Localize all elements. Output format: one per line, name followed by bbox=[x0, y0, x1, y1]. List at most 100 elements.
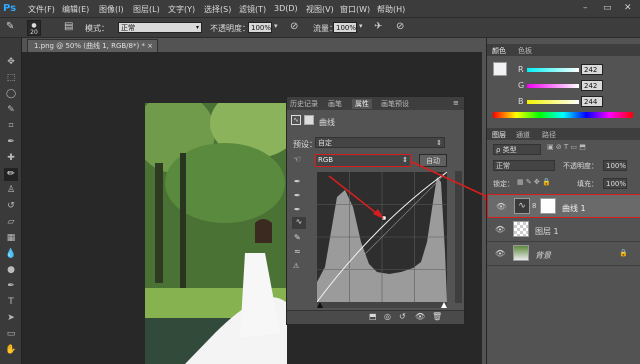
eraser-tool-icon[interactable]: ▱ bbox=[4, 216, 18, 229]
visibility-eye-icon[interactable]: 👁 bbox=[495, 225, 505, 234]
close-button[interactable]: ✕ bbox=[624, 3, 632, 13]
visibility-eye-icon[interactable]: 👁 bbox=[415, 312, 425, 321]
tab-paths[interactable]: 路径 bbox=[542, 130, 556, 140]
mode-select[interactable]: 正常 ▾ bbox=[118, 22, 202, 33]
menu-3d[interactable]: 3D(D) bbox=[274, 4, 298, 13]
chevron-down-icon[interactable]: ▾ bbox=[359, 22, 363, 30]
gradient-tool-icon[interactable]: ▦ bbox=[4, 232, 18, 245]
canvas-photo[interactable] bbox=[145, 103, 287, 364]
lasso-tool-icon[interactable]: ◯ bbox=[4, 88, 18, 101]
visibility-eye-icon[interactable]: 👁 bbox=[495, 249, 505, 258]
chevron-down-icon[interactable]: ▾ bbox=[274, 22, 278, 30]
restore-button[interactable]: ▭ bbox=[603, 3, 612, 13]
tab-brush-presets[interactable]: 画笔预设 bbox=[381, 99, 409, 109]
clipping-warning-icon[interactable]: ⚠ bbox=[293, 262, 299, 270]
healing-brush-tool-icon[interactable]: ✚ bbox=[4, 152, 18, 165]
shape-tool-icon[interactable]: ▭ bbox=[4, 328, 18, 341]
white-point-eyedropper-icon[interactable]: ✒ bbox=[294, 205, 301, 214]
layer-filter-label: ρ 类型 bbox=[496, 146, 517, 154]
gray-point-eyedropper-icon[interactable]: ✒ bbox=[294, 191, 301, 200]
minimize-button[interactable]: – bbox=[583, 3, 588, 13]
trash-icon[interactable]: 🗑 bbox=[432, 312, 442, 321]
color-spectrum-bar[interactable] bbox=[493, 112, 633, 118]
brush-panel-icon[interactable]: ▤ bbox=[64, 21, 73, 32]
layer-row-curves[interactable]: 👁 ∿ 8 曲线 1 bbox=[487, 194, 640, 218]
menu-file[interactable]: 文件(F) bbox=[28, 4, 55, 15]
r-slider[interactable] bbox=[527, 68, 579, 72]
opacity-field[interactable]: 100% bbox=[248, 22, 272, 33]
clip-to-layer-icon[interactable]: ⬒ bbox=[369, 312, 377, 321]
smooth-curve-icon[interactable]: ≈ bbox=[294, 247, 301, 256]
hand-tool-icon[interactable]: ✋ bbox=[4, 344, 18, 357]
path-select-tool-icon[interactable]: ➤ bbox=[4, 312, 18, 325]
chain-link-icon[interactable]: 8 bbox=[532, 202, 536, 210]
flow-field[interactable]: 100% bbox=[333, 22, 357, 33]
tab-color[interactable]: 颜色 bbox=[492, 46, 506, 56]
tab-channels[interactable]: 通道 bbox=[516, 130, 530, 140]
marquee-tool-icon[interactable]: ⬚ bbox=[4, 72, 18, 85]
clone-stamp-tool-icon[interactable]: ♙ bbox=[4, 184, 18, 197]
history-brush-tool-icon[interactable]: ↺ bbox=[4, 200, 18, 213]
eyedropper-tool-icon[interactable]: ✒ bbox=[4, 136, 18, 149]
airbrush-icon[interactable]: ✈ bbox=[374, 21, 382, 32]
menu-help[interactable]: 帮助(H) bbox=[377, 4, 405, 15]
visibility-eye-icon[interactable]: 👁 bbox=[496, 202, 506, 211]
tab-properties[interactable]: 属性 bbox=[352, 99, 372, 109]
layer-row-background[interactable]: 👁 背景 🔒 bbox=[487, 242, 640, 266]
layer-filter-select[interactable]: ρ 类型 bbox=[493, 144, 541, 155]
menu-select[interactable]: 选择(S) bbox=[204, 4, 231, 15]
curve-point-tool-icon[interactable]: ∿ bbox=[292, 217, 306, 229]
tab-swatches[interactable]: 色板 bbox=[518, 46, 532, 56]
view-previous-icon[interactable]: ◎ bbox=[384, 312, 391, 321]
blend-mode-select[interactable]: 正常 bbox=[493, 160, 555, 171]
tools-panel: ✥ ⬚ ◯ ✎ ⌗ ✒ ✚ ✏ ♙ ↺ ▱ ▦ 💧 ● ✒ T ➤ ▭ ✋ bbox=[0, 38, 22, 364]
layer-opacity-field[interactable]: 100% bbox=[603, 160, 627, 171]
b-field[interactable]: 244 bbox=[581, 96, 603, 107]
reset-icon[interactable]: ↺ bbox=[399, 312, 406, 321]
output-gradient-slider[interactable] bbox=[317, 302, 447, 308]
b-slider[interactable] bbox=[527, 100, 579, 104]
tab-layers[interactable]: 图层 bbox=[492, 130, 506, 140]
g-field[interactable]: 242 bbox=[581, 80, 603, 91]
foreground-swatch[interactable] bbox=[493, 62, 507, 76]
menu-window[interactable]: 窗口(W) bbox=[340, 4, 370, 15]
document-tab[interactable]: 1.png @ 50% (曲线 1, RGB/8*) * × bbox=[27, 39, 158, 52]
channel-select[interactable]: RGB ⇕ bbox=[315, 154, 411, 167]
layer-row-layer1[interactable]: 👁 图层 1 bbox=[487, 218, 640, 242]
crop-tool-icon[interactable]: ⌗ bbox=[4, 120, 18, 133]
r-field[interactable]: 242 bbox=[581, 64, 603, 75]
g-slider[interactable] bbox=[527, 84, 579, 88]
blur-tool-icon[interactable]: 💧 bbox=[4, 248, 18, 261]
tab-brush[interactable]: 画笔 bbox=[328, 99, 342, 109]
target-adjust-icon[interactable]: ☜ bbox=[293, 155, 301, 165]
menu-view[interactable]: 视图(V) bbox=[306, 4, 334, 15]
layer-filter-icons[interactable]: ▣ ⊘ T ▭ ⬒ bbox=[547, 143, 586, 151]
quick-select-tool-icon[interactable]: ✎ bbox=[4, 104, 18, 117]
layer-name[interactable]: 曲线 1 bbox=[562, 203, 586, 214]
menu-layer[interactable]: 图层(L) bbox=[133, 4, 160, 15]
mask-icon[interactable] bbox=[304, 115, 314, 125]
move-tool-icon[interactable]: ✥ bbox=[4, 56, 18, 69]
pressure-size-icon[interactable]: ⊘ bbox=[396, 21, 404, 32]
menu-filter[interactable]: 滤镜(T) bbox=[239, 4, 266, 15]
fill-field[interactable]: 100% bbox=[603, 178, 627, 189]
layer-name[interactable]: 图层 1 bbox=[535, 226, 559, 237]
menu-type[interactable]: 文字(Y) bbox=[168, 4, 195, 15]
panel-menu-icon[interactable]: ≡ bbox=[453, 99, 459, 107]
brush-preset-picker[interactable]: ● 20 bbox=[27, 20, 41, 36]
pencil-draw-icon[interactable]: ✎ bbox=[294, 233, 301, 242]
tab-history[interactable]: 历史记录 bbox=[290, 99, 318, 109]
preset-select[interactable]: 自定 ⇕ bbox=[315, 137, 445, 148]
dodge-tool-icon[interactable]: ● bbox=[4, 264, 18, 277]
layer-name[interactable]: 背景 bbox=[535, 250, 551, 261]
mode-value: 正常 bbox=[121, 24, 135, 32]
black-point-eyedropper-icon[interactable]: ✒ bbox=[294, 177, 301, 186]
brush-tool-icon[interactable]: ✏ bbox=[4, 168, 18, 181]
menu-edit[interactable]: 编辑(E) bbox=[62, 4, 89, 15]
pen-tool-icon[interactable]: ✒ bbox=[4, 280, 18, 293]
lock-icons[interactable]: ▦ ✎ ✥ 🔒 bbox=[517, 178, 551, 186]
layer-mask-thumbnail[interactable] bbox=[540, 198, 556, 214]
menu-image[interactable]: 图像(I) bbox=[99, 4, 124, 15]
pressure-opacity-icon[interactable]: ⊘ bbox=[290, 21, 298, 32]
type-tool-icon[interactable]: T bbox=[4, 296, 18, 309]
